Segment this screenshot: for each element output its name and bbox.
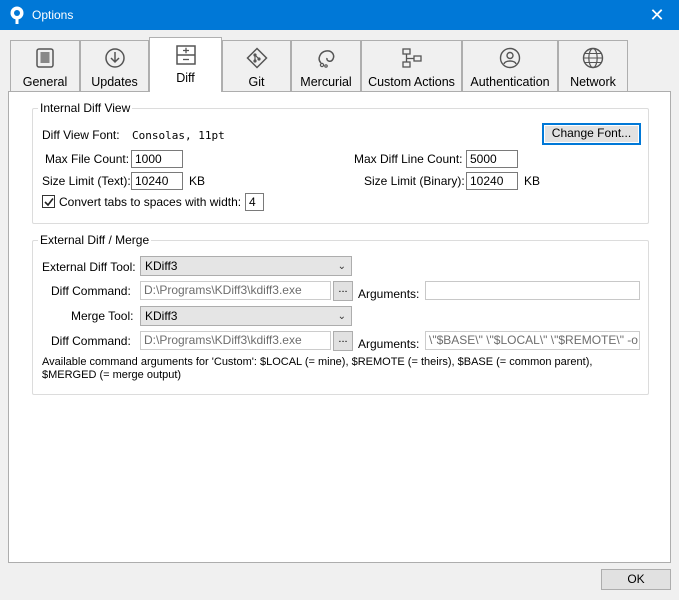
change-font-button[interactable]: Change Font... [542, 123, 641, 145]
size-limit-binary-input[interactable]: 10240 [466, 172, 518, 190]
merge-tool-select[interactable]: KDiff3 ⌄ [140, 306, 352, 326]
size-limit-text-label: Size Limit (Text): [42, 174, 131, 188]
tab-diff[interactable]: Diff [149, 37, 222, 92]
merge-command-label: Diff Command: [51, 334, 131, 348]
tab-strip: General Updates Diff Git Mercurial Custo… [10, 37, 630, 92]
tab-general[interactable]: General [10, 40, 80, 91]
external-diff-tool-select[interactable]: KDiff3 ⌄ [140, 256, 352, 276]
chevron-down-icon: ⌄ [337, 261, 346, 272]
merge-arguments-label: Arguments: [358, 337, 420, 351]
tab-updates[interactable]: Updates [80, 40, 149, 91]
diff-arguments-input[interactable] [425, 281, 640, 300]
diff-command-input[interactable]: D:\Programs\KDiff3\kdiff3.exe [140, 281, 331, 300]
merge-command-browse-button[interactable]: ... [333, 331, 353, 351]
globe-icon [582, 47, 604, 69]
convert-tabs-label[interactable]: Convert tabs to spaces with width: [59, 195, 241, 209]
tab-custom-actions[interactable]: Custom Actions [361, 40, 462, 91]
group-title: External Diff / Merge [38, 233, 152, 247]
max-file-count-label: Max File Count: [45, 152, 130, 166]
mercurial-drop-icon [318, 50, 335, 68]
font-label: Diff View Font: [42, 128, 120, 142]
size-limit-text-unit: KB [189, 174, 206, 188]
diff-command-browse-button[interactable]: ... [333, 281, 353, 301]
diff-command-label: Diff Command: [51, 284, 131, 298]
merge-arguments-input[interactable]: \"$BASE\" \"$LOCAL\" \"$REMOTE\" -o [425, 331, 640, 350]
size-limit-text-input[interactable]: 10240 [131, 172, 183, 190]
size-limit-binary-unit: KB [524, 174, 541, 188]
font-value: Consolas, 11pt [132, 129, 225, 142]
tab-mercurial[interactable]: Mercurial [291, 40, 361, 91]
download-arrow-icon [104, 48, 125, 68]
max-diff-line-count-label: Max Diff Line Count: [354, 152, 463, 166]
internal-diff-group: Internal Diff View Diff View Font: Conso… [32, 101, 649, 224]
max-file-count-input[interactable]: 1000 [131, 150, 183, 168]
diff-settings-panel: Internal Diff View Diff View Font: Conso… [8, 91, 671, 563]
tab-git[interactable]: Git [222, 40, 291, 91]
convert-tabs-checkbox[interactable] [42, 195, 55, 208]
sourcetree-logo-icon [10, 6, 24, 24]
flowchart-icon [401, 48, 422, 68]
diff-arguments-label: Arguments: [358, 287, 420, 301]
title-bar: Options ✕ [0, 0, 679, 30]
tab-authentication[interactable]: Authentication [462, 40, 558, 91]
help-text-line-1: Available command arguments for 'Custom'… [42, 356, 593, 368]
toggle-switch-icon [36, 48, 54, 68]
external-diff-merge-group: External Diff / Merge External Diff Tool… [32, 233, 649, 395]
external-diff-tool-value: KDiff3 [145, 259, 178, 273]
diff-compare-icon [175, 45, 196, 65]
merge-tool-value: KDiff3 [145, 309, 178, 323]
max-diff-line-count-input[interactable]: 5000 [466, 150, 518, 168]
help-text-line-2: $MERGED (= merge output) [42, 369, 182, 381]
ok-button[interactable]: OK [601, 569, 671, 590]
external-diff-tool-label: External Diff Tool: [42, 260, 136, 274]
chevron-down-icon: ⌄ [337, 311, 346, 322]
merge-command-input[interactable]: D:\Programs\KDiff3\kdiff3.exe [140, 331, 331, 350]
user-account-icon [499, 47, 521, 69]
size-limit-binary-label: Size Limit (Binary): [364, 174, 465, 188]
window-title: Options [32, 8, 74, 22]
git-diamond-icon [245, 47, 268, 69]
convert-tabs-width-input[interactable]: 4 [245, 193, 264, 211]
tab-network[interactable]: Network [558, 40, 628, 91]
group-title: Internal Diff View [38, 101, 133, 115]
close-icon[interactable]: ✕ [640, 4, 674, 26]
merge-tool-label: Merge Tool: [71, 309, 134, 323]
checkmark-icon [44, 198, 54, 207]
